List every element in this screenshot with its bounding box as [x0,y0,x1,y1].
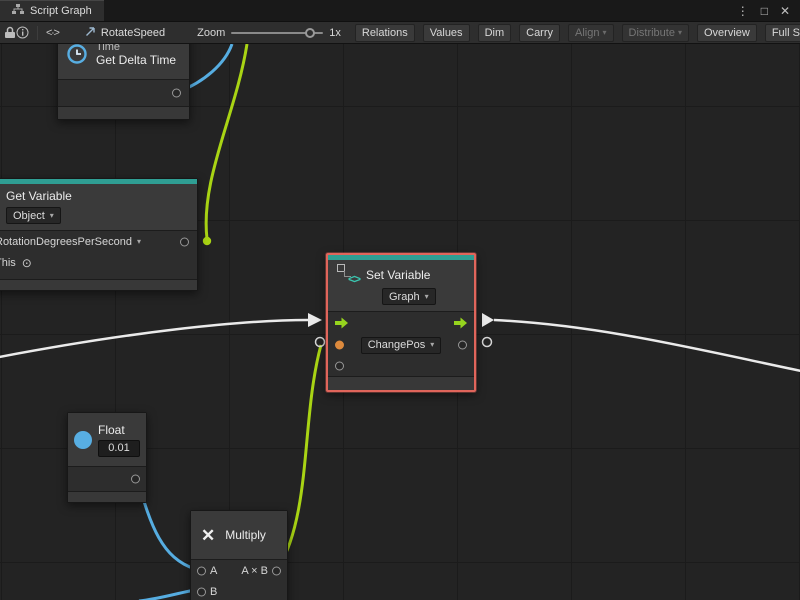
tab-script-graph[interactable]: Script Graph [0,0,104,21]
close-icon[interactable]: ✕ [780,4,790,18]
flow-wire-in-arrow [308,313,322,327]
node-title: Set Variable [366,268,430,282]
overview-button[interactable]: Overview [697,24,757,42]
set-variable-icon: <> [336,264,360,286]
relations-button[interactable]: Relations [355,24,415,42]
zoom-slider[interactable] [231,32,323,34]
lock-icon[interactable] [4,24,16,42]
zoom-control: Zoom 1x [197,27,341,39]
value-input-row [328,356,474,376]
float-value-field[interactable]: 0.01 [98,440,140,457]
port-value-input[interactable] [335,362,344,371]
flow-output-arrow[interactable] [454,318,467,329]
chevron-down-icon: ▾ [50,212,54,220]
flow-wire-out [494,320,800,372]
node-title: Get Delta Time [96,53,176,67]
graph-name-label: RotateSpeed [101,27,165,39]
multiply-icon: ✕ [201,527,215,544]
info-icon[interactable] [16,24,29,42]
port-variable-name-input[interactable] [335,341,344,350]
values-button[interactable]: Values [423,24,470,42]
flow-wire-in [0,320,308,358]
node-title: Get Variable [6,189,189,203]
script-graph-window: Script Graph ⋮ □ ✕ <∙> RotateSpeed Zoom [0,0,800,600]
port-label-output: A × B [241,565,268,577]
graph-toolbar: <∙> RotateSpeed Zoom 1x Relations Values… [0,22,800,44]
port-multiply-output[interactable] [272,566,281,575]
graph-canvas[interactable]: Time Get Delta Time Get Variable Object … [0,44,800,600]
graph-icon [12,4,24,18]
node-get-delta-time[interactable]: Time Get Delta Time [57,44,190,120]
chevron-down-icon: ▾ [602,29,606,37]
variable-name-row[interactable]: RotationDegreesPerSecond ▾ [0,231,197,252]
zoom-slider-handle[interactable] [305,28,315,38]
chevron-down-icon: ▾ [137,238,141,246]
port-multiply-b[interactable] [197,587,206,596]
float-icon [74,431,92,449]
port-float-output[interactable] [131,475,140,484]
node-title: Multiply [225,528,266,542]
flow-ports-row [328,312,474,334]
tab-bar: Script Graph ⋮ □ ✕ [0,0,800,22]
value-wire-bottom [139,590,195,600]
align-button[interactable]: Align▾ [568,24,613,42]
carry-button[interactable]: Carry [519,24,560,42]
flow-input-arrow[interactable] [335,318,348,329]
distribute-button[interactable]: Distribute▾ [622,24,689,42]
menu-icon[interactable]: ⋮ [737,4,749,18]
code-view-icon[interactable]: <∙> [46,24,59,42]
toolbar-buttons: Relations Values Dim Carry Align▾ Distri… [355,24,800,42]
variable-kind-dropdown[interactable]: Object ▾ [6,207,61,224]
chevron-down-icon: ▾ [430,341,434,349]
zoom-value: 1x [329,27,341,39]
node-title: Float [98,423,140,437]
port-label-a: A [210,565,217,577]
toolbar-separator [37,26,38,40]
script-graph-asset-icon [85,26,96,40]
node-get-variable[interactable]: Get Variable Object ▾ RotationDegreesPer… [0,178,198,291]
variable-target-row[interactable]: This ⊙ [0,252,197,273]
node-float-literal[interactable]: Float 0.01 [67,412,147,503]
port-delta-time-output[interactable] [172,89,181,98]
variable-kind-dropdown[interactable]: Graph ▾ [382,288,436,305]
node-multiply[interactable]: ✕ Multiply A A × B B [190,510,288,600]
dim-button[interactable]: Dim [478,24,512,42]
port-label-b: B [210,586,217,598]
port-multiply-a[interactable] [197,566,206,575]
node-surtitle: Time [96,44,176,53]
chevron-down-icon: ▾ [678,29,682,37]
zoom-label: Zoom [197,27,225,39]
fullscreen-button[interactable]: Full Screen [765,24,800,42]
connected-port-dot[interactable] [203,237,211,245]
flow-wire-out-arrow [482,313,494,327]
node-set-variable[interactable]: <> Set Variable Graph ▾ [326,253,476,392]
target-icon: ⊙ [22,256,32,270]
window-controls: ⋮ □ ✕ [737,0,800,21]
tab-label: Script Graph [30,5,92,17]
graph-breadcrumb[interactable]: RotateSpeed [85,26,165,40]
maximize-icon[interactable]: □ [761,4,768,18]
value-wire-lime-top [206,44,247,239]
chevron-down-icon: ▾ [425,293,429,301]
unconnected-port-ring-right[interactable] [483,338,492,347]
variable-name-dropdown[interactable]: ChangePos ▾ [361,337,442,354]
port-variable-name-input[interactable] [180,237,189,246]
unconnected-port-ring-left[interactable] [316,338,325,347]
variable-name-row: ChangePos ▾ [328,334,474,356]
clock-icon [66,44,88,65]
port-value-output[interactable] [458,341,467,350]
